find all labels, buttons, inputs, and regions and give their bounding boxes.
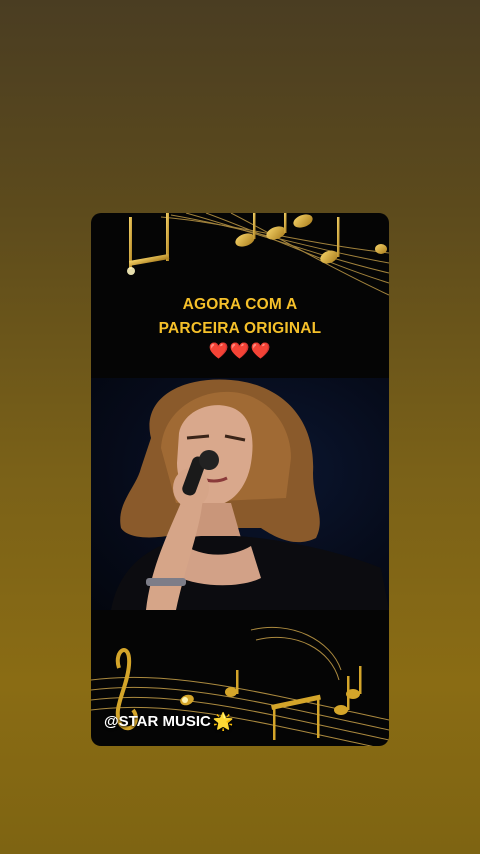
star-icon: 🌟 (212, 712, 235, 731)
music-notes-top-icon (127, 213, 389, 296)
singer-image (111, 379, 389, 610)
video-frame[interactable] (91, 378, 389, 610)
caption-line-1: AGORA COM A (182, 296, 298, 313)
hearts-emoji: ❤️❤️❤️ (208, 343, 272, 360)
story-background: { "story": { "caption_line1": "AGORA COM… (0, 0, 480, 854)
story-caption: AGORA COM A PARCEIRA ORIGINAL (91, 293, 389, 341)
story-card[interactable]: AGORA COM A PARCEIRA ORIGINAL ❤️❤️❤️ @ST… (91, 213, 389, 746)
caption-line-2: PARCEIRA ORIGINAL (158, 320, 322, 337)
account-handle[interactable]: @STAR MUSIC 🌟 (104, 713, 234, 730)
handle-text: @STAR MUSIC (104, 713, 211, 730)
